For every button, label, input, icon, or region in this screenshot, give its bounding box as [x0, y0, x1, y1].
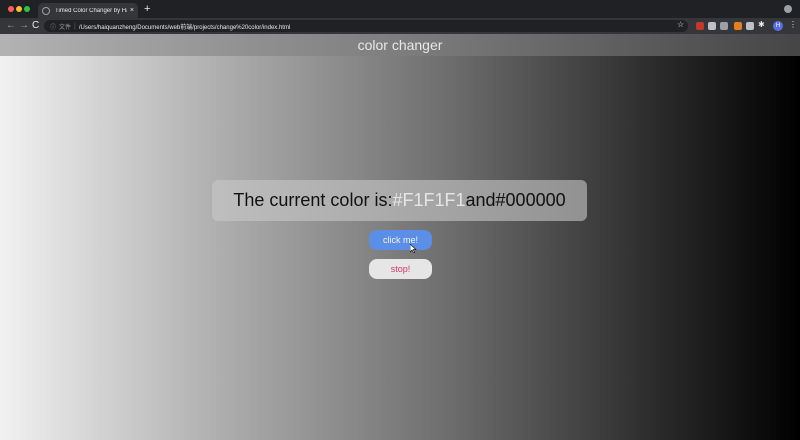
new-tab-button[interactable]: + — [144, 3, 150, 15]
page-viewport: color changer The current color is: #F1F… — [0, 34, 800, 440]
color-conjunction-text: and — [465, 190, 496, 210]
mouse-cursor-icon — [410, 244, 417, 253]
extension-3-icon[interactable] — [720, 22, 728, 30]
close-icon[interactable]: × — [130, 7, 134, 14]
page-title: color changer — [0, 34, 800, 56]
info-icon[interactable]: ⓘ — [50, 22, 56, 31]
omnibox-divider: | — [74, 22, 76, 30]
extensions-puzzle-icon[interactable]: ✱ — [758, 20, 765, 29]
color-prefix-text: The current color is: — [233, 190, 393, 210]
extension-5-icon[interactable] — [746, 22, 754, 30]
browser-toolbar: ← → C ⓘ 文件 | /Users/haiquanzheng/Documen… — [0, 18, 800, 34]
forward-icon[interactable]: → — [19, 19, 29, 33]
scheme-label: 文件 — [59, 24, 72, 31]
reload-icon[interactable]: C — [32, 19, 39, 33]
tab-title: Timed Color Changer by Haiq... — [55, 7, 127, 14]
profile-avatar[interactable]: H — [773, 21, 783, 31]
window-zoom-dot[interactable] — [24, 6, 30, 12]
click-me-button[interactable]: click me! — [369, 230, 432, 250]
tab-search-icon[interactable] — [784, 5, 792, 13]
stop-button[interactable]: stop! — [369, 259, 432, 279]
browser-tab[interactable]: Timed Color Changer by Haiq... × — [38, 3, 138, 18]
globe-icon — [42, 6, 50, 15]
window-minimize-dot[interactable] — [16, 6, 22, 12]
browser-tab-strip: Timed Color Changer by Haiq... × + — [0, 0, 800, 18]
window-close-dot[interactable] — [8, 6, 14, 12]
back-icon[interactable]: ← — [6, 19, 16, 33]
extension-1-icon[interactable] — [696, 22, 704, 30]
extension-4-icon[interactable] — [734, 22, 742, 30]
bookmark-star-icon[interactable]: ☆ — [677, 20, 684, 29]
current-color-display: The current color is: #F1F1F1 and #00000… — [212, 180, 587, 221]
address-bar[interactable]: ⓘ 文件 | /Users/haiquanzheng/Documents/web… — [44, 20, 688, 32]
color-value-2: #000000 — [495, 190, 566, 210]
url-text[interactable]: /Users/haiquanzheng/Documents/web前端/proj… — [79, 22, 290, 31]
extension-2-icon[interactable] — [708, 22, 716, 30]
color-value-1: #F1F1F1 — [392, 190, 466, 210]
more-menu-icon[interactable]: ⋮ — [789, 20, 797, 29]
